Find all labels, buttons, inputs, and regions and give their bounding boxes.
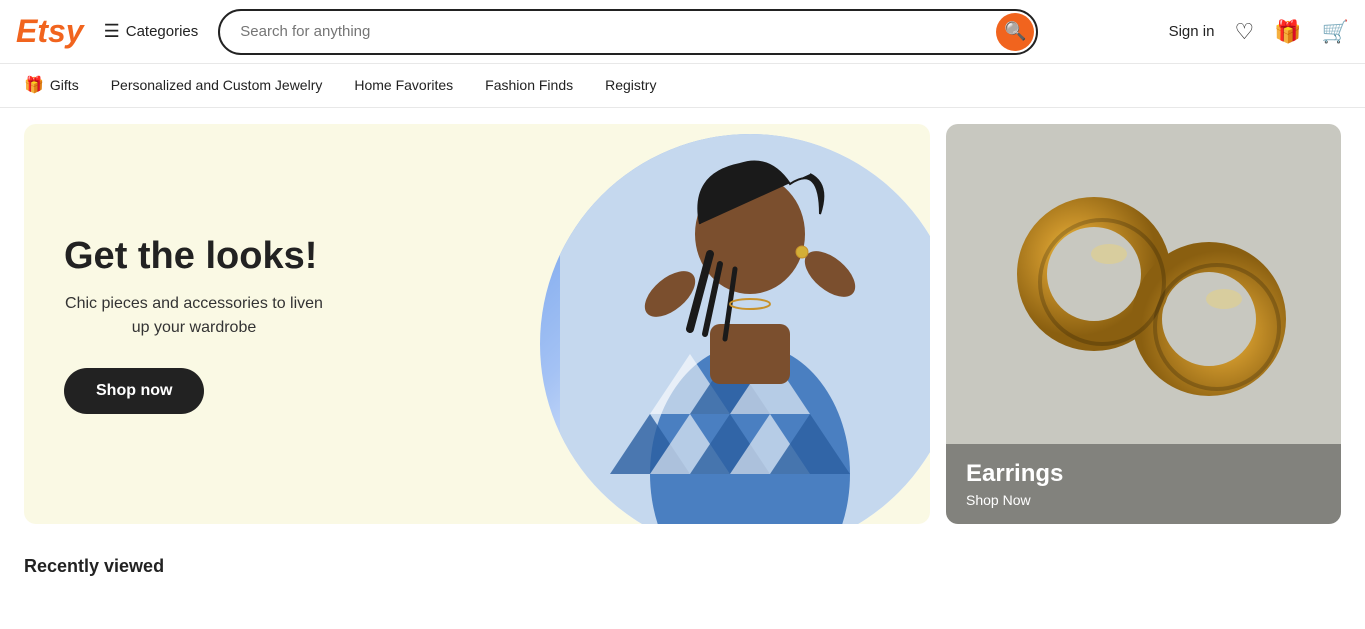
nav-item-jewelry[interactable]: Personalized and Custom Jewelry [111, 64, 323, 107]
categories-button[interactable]: ☰ Categories [96, 15, 207, 48]
hero-model-circle [540, 134, 930, 524]
sign-in-button[interactable]: Sign in [1169, 23, 1215, 40]
categories-label: Categories [126, 23, 199, 40]
heart-icon: ♡ [1234, 19, 1254, 45]
nav-home-label: Home Favorites [354, 77, 453, 93]
header: Etsy ☰ Categories 🔍 Sign in ♡ 🎁 🛒 [0, 0, 1365, 64]
navigation-bar: 🎁 Gifts Personalized and Custom Jewelry … [0, 64, 1365, 108]
gift-nav-icon: 🎁 [24, 75, 44, 95]
header-actions: Sign in ♡ 🎁 🛒 [1169, 19, 1349, 45]
hero-text: Get the looks! Chic pieces and accessori… [24, 194, 364, 454]
etsy-logo[interactable]: Etsy [16, 13, 84, 50]
search-icon: 🔍 [1004, 21, 1026, 42]
gift-button[interactable]: 🎁 [1274, 19, 1301, 45]
hero-subtitle: Chic pieces and accessories to liven up … [64, 292, 324, 340]
nav-gifts-label: Gifts [50, 77, 79, 93]
nav-item-fashion[interactable]: Fashion Finds [485, 64, 573, 107]
cart-icon: 🛒 [1322, 19, 1349, 45]
search-container: 🔍 [218, 9, 1038, 55]
earrings-svg [964, 154, 1324, 434]
nav-item-gifts[interactable]: 🎁 Gifts [24, 64, 79, 107]
hero-banner: Get the looks! Chic pieces and accessori… [24, 124, 930, 524]
recently-viewed-section: Recently viewed [0, 540, 1365, 593]
cart-button[interactable]: 🛒 [1322, 19, 1349, 45]
search-input[interactable] [218, 9, 1038, 55]
hamburger-icon: ☰ [104, 21, 120, 42]
earrings-title: Earrings [966, 460, 1321, 488]
earrings-label: Earrings Shop Now [946, 444, 1341, 524]
main-content: Get the looks! Chic pieces and accessori… [0, 108, 1365, 540]
shop-now-button[interactable]: Shop now [64, 368, 204, 414]
nav-fashion-label: Fashion Finds [485, 77, 573, 93]
earrings-panel: Earrings Shop Now [946, 124, 1341, 524]
model-svg [560, 134, 930, 524]
nav-item-home[interactable]: Home Favorites [354, 64, 453, 107]
earrings-shop-now[interactable]: Shop Now [966, 492, 1321, 508]
search-button[interactable]: 🔍 [996, 13, 1034, 51]
gift-icon: 🎁 [1274, 19, 1301, 45]
hero-title: Get the looks! [64, 234, 324, 280]
nav-item-registry[interactable]: Registry [605, 64, 656, 107]
nav-registry-label: Registry [605, 77, 656, 93]
hero-model-image [510, 124, 930, 524]
nav-jewelry-label: Personalized and Custom Jewelry [111, 77, 323, 93]
favorites-button[interactable]: ♡ [1234, 19, 1254, 45]
recently-viewed-title: Recently viewed [24, 556, 1341, 577]
